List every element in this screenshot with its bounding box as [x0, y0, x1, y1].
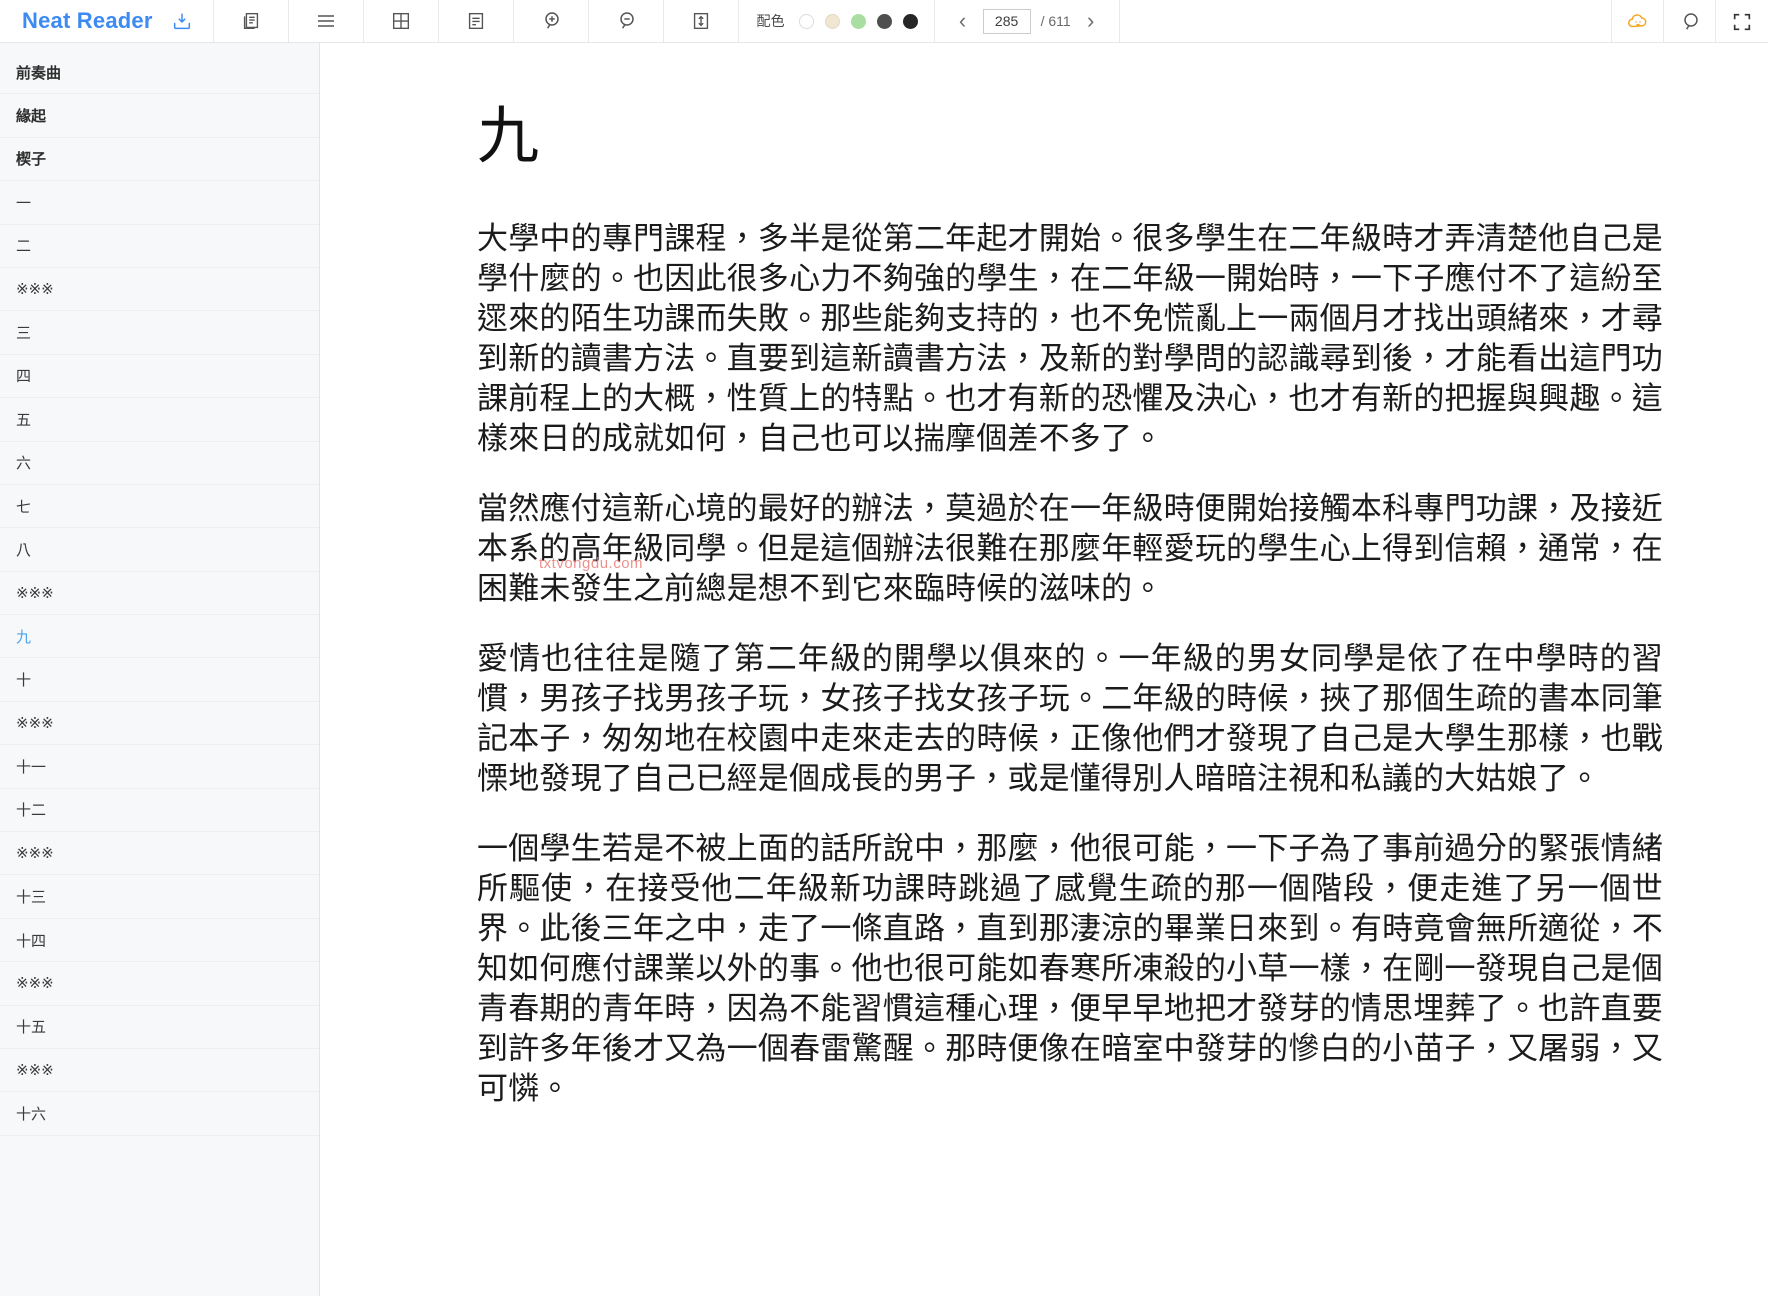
toc-item[interactable]: 五: [0, 398, 319, 442]
toc-item-active[interactable]: 九: [0, 615, 319, 659]
contents-list-icon[interactable]: [303, 0, 349, 43]
paragraph: 一個學生若是不被上面的話所說中，那麼，他很可能，一下子為了事前過分的緊張情緒所驅…: [477, 830, 1663, 1107]
toc-item[interactable]: 緣起: [0, 94, 319, 138]
scheme-sepia-swatch[interactable]: [824, 13, 840, 29]
zoom-out-button[interactable]: [589, 0, 664, 42]
toc-item[interactable]: 一: [0, 181, 319, 225]
toc-item[interactable]: 十一: [0, 745, 319, 789]
contents-list-button[interactable]: [289, 0, 364, 42]
copy-pages-icon[interactable]: [228, 0, 274, 43]
toc-sidebar[interactable]: 前奏曲 緣起 楔子一二 ※※※ 三四五六七八 ※※※ 九十 ※※※ 十一 十二 ※※※ 十三 十四 ※※※…: [0, 43, 320, 1296]
chapter-title: 九: [477, 99, 540, 172]
toc-item[interactable]: 三: [0, 311, 319, 355]
scheme-green-swatch[interactable]: [850, 13, 866, 29]
toc-item[interactable]: ※※※: [0, 268, 319, 312]
color-scheme-group: 配色: [739, 0, 935, 42]
library-save-icon[interactable]: [167, 0, 197, 43]
toc-item[interactable]: 楔子: [0, 138, 319, 182]
toc-item[interactable]: 十五: [0, 1006, 319, 1049]
zoom-out-icon[interactable]: [603, 0, 649, 43]
reader-content[interactable]: 九 大學中的專門課程，多半是從第二年起才開始。很多學生在二年級時才弄清楚他自己是…: [321, 43, 1768, 1296]
toc-item[interactable]: 二: [0, 225, 319, 268]
toc-item[interactable]: 八: [0, 528, 319, 572]
toolbar-icon-group: [214, 0, 739, 42]
prev-page-button[interactable]: ‹: [953, 8, 973, 34]
copy-pages-button[interactable]: [214, 0, 289, 42]
chapter-body: 大學中的專門課程，多半是從第二年起才開始。很多學生在二年級時才弄清楚他自己是學什…: [321, 220, 1768, 1110]
scheme-black-swatch[interactable]: [902, 13, 918, 29]
grid-layout-button[interactable]: [364, 0, 439, 42]
app-title: Neat Reader: [22, 8, 153, 33]
toc-item[interactable]: 十: [0, 658, 319, 702]
notes-button[interactable]: [439, 0, 514, 42]
toc-item[interactable]: 四: [0, 355, 319, 399]
toc-item[interactable]: 七: [0, 485, 319, 529]
paragraph: 當然應付這新心境的最好的辦法，莫過於在一年級時便開始接觸本科專門功課，及接近本系…: [477, 491, 1663, 607]
top-toolbar: Neat Reader 配色 ‹ 285 / 611 ›: [0, 0, 1768, 43]
page-navigation: ‹ / 611 ›: [935, 0, 1120, 42]
zoom-in-icon[interactable]: [528, 0, 574, 43]
color-scheme-label: 配色: [756, 13, 785, 29]
toc-item[interactable]: ※※※: [0, 832, 319, 876]
toc-item[interactable]: ※※※: [0, 572, 319, 616]
scheme-dark-gray-swatch[interactable]: [876, 13, 892, 29]
brand-area: Neat Reader: [0, 0, 214, 42]
page-number-input[interactable]: [982, 8, 1031, 34]
next-page-button[interactable]: ›: [1081, 8, 1101, 34]
line-height-button[interactable]: [664, 0, 739, 42]
cloud-sync-icon[interactable]: [1612, 0, 1664, 43]
toc-item[interactable]: ※※※: [0, 702, 319, 746]
toc-list: 前奏曲 緣起 楔子一二 ※※※ 三四五六七八 ※※※ 九十 ※※※ 十一 十二 ※※※ 十三 十四 ※※※…: [0, 43, 319, 1136]
toolbar-right-group: [1611, 0, 1768, 43]
fullscreen-icon[interactable]: [1716, 0, 1768, 43]
toc-item[interactable]: ※※※: [0, 962, 319, 1006]
grid-layout-icon[interactable]: [378, 0, 424, 43]
zoom-in-button[interactable]: [514, 0, 589, 42]
toc-item[interactable]: 前奏曲: [0, 51, 319, 95]
paragraph: 愛情也往往是隨了第二年級的開學以俱來的。一年級的男女同學是依了在中學時的習慣，男…: [477, 640, 1663, 797]
total-pages-label: / 611: [1040, 13, 1071, 29]
toc-item[interactable]: 十四: [0, 919, 319, 963]
toc-item[interactable]: 十六: [0, 1092, 319, 1136]
toc-item[interactable]: 十二: [0, 789, 319, 833]
scheme-white-swatch[interactable]: [798, 13, 814, 29]
notes-icon[interactable]: [453, 0, 499, 43]
toc-item[interactable]: 六: [0, 442, 319, 485]
book-page: 九 大學中的專門課程，多半是從第二年起才開始。很多學生在二年級時才弄清楚他自己是…: [321, 43, 1768, 1110]
toc-item[interactable]: 十三: [0, 875, 319, 919]
paragraph: 大學中的專門課程，多半是從第二年起才開始。很多學生在二年級時才弄清楚他自己是學什…: [477, 221, 1663, 458]
search-icon[interactable]: [1664, 0, 1716, 43]
line-height-icon[interactable]: [678, 0, 724, 43]
toc-item[interactable]: ※※※: [0, 1049, 319, 1093]
